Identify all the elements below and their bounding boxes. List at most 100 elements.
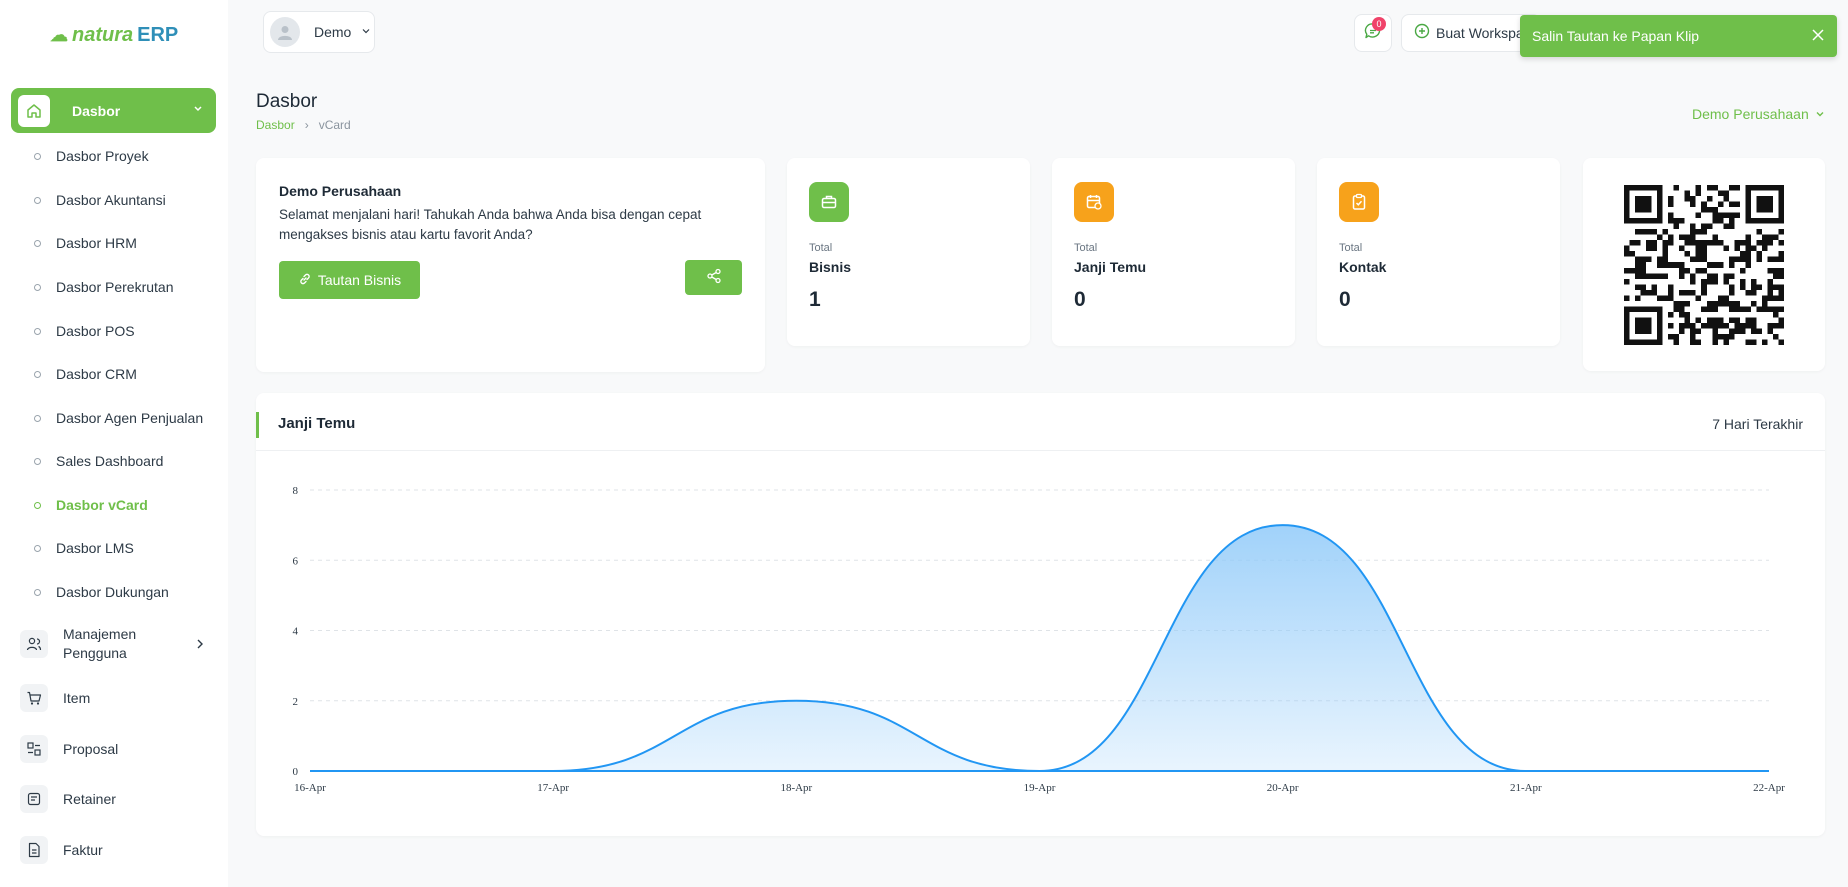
- sidebar-subitem-lms[interactable]: Dasbor LMS: [0, 536, 228, 560]
- sidebar-subitem-label: Dasbor Perekrutan: [56, 279, 174, 295]
- breadcrumb: Dasbor › vCard: [256, 118, 351, 132]
- sidebar-subitem-crm[interactable]: Dasbor CRM: [0, 362, 228, 386]
- bullet-icon: [34, 328, 41, 335]
- sidebar-item-retainer[interactable]: Retainer: [0, 784, 228, 814]
- y-tick-label: 4: [293, 626, 299, 638]
- series-line: [309, 524, 1769, 773]
- stat-card-bisnis: Total Bisnis 1: [787, 158, 1030, 346]
- stat-label: Kontak: [1339, 259, 1387, 275]
- sidebar-item-label: Retainer: [63, 791, 116, 807]
- y-tick-label: 6: [293, 555, 299, 567]
- user-name: Demo: [314, 24, 352, 40]
- sidebar-item-faktur[interactable]: Faktur: [0, 835, 228, 865]
- bullet-icon: [34, 197, 41, 204]
- proposal-icon: [20, 735, 48, 763]
- welcome-text: Selamat menjalani hari! Tahukah Anda bah…: [279, 207, 702, 242]
- company-selector[interactable]: Demo Perusahaan: [1692, 106, 1825, 122]
- appointments-chart: 0 2 4 6 8 16-Apr 17-Apr 18-Apr 19-Apr 20-Apr 21-Ap…: [293, 485, 1786, 794]
- label-line-2: Pengguna: [63, 645, 127, 661]
- share-button[interactable]: [685, 260, 742, 295]
- bullet-icon: [34, 153, 41, 160]
- sidebar-subitem-sales-dashboard[interactable]: Sales Dashboard: [0, 449, 228, 473]
- qr-code[interactable]: [1624, 184, 1784, 345]
- sidebar: ☁ natura ERP Dasbor Dasbor Proyek Dasbor …: [0, 0, 228, 887]
- stat-caption: Total: [809, 242, 833, 254]
- x-tick-label: 21-Apr: [1510, 782, 1542, 794]
- chart-title: Janji Temu: [278, 415, 356, 432]
- bullet-icon: [34, 545, 41, 552]
- user-menu[interactable]: Demo: [263, 11, 375, 53]
- sidebar-subitem-hrm[interactable]: Dasbor HRM: [0, 231, 228, 255]
- chevron-down-icon: [361, 23, 371, 41]
- page-title: Dasbor: [256, 91, 318, 112]
- sidebar-subitem-pos[interactable]: Dasbor POS: [0, 319, 228, 343]
- sidebar-subitem-label: Dasbor Akuntansi: [56, 192, 166, 208]
- sidebar-subitem-akuntansi[interactable]: Dasbor Akuntansi: [0, 188, 228, 212]
- chevron-down-icon: [192, 101, 204, 119]
- stat-caption: Total: [1074, 242, 1098, 254]
- sidebar-subitem-label: Dasbor Dukungan: [56, 584, 169, 600]
- clipboard-icon: [1339, 182, 1379, 222]
- toast-notification: Salin Tautan ke Papan Klip: [1520, 15, 1837, 57]
- sidebar-subitem-label: Dasbor HRM: [56, 235, 137, 251]
- stat-value: 0: [1074, 288, 1086, 311]
- toast-message: Salin Tautan ke Papan Klip: [1532, 28, 1700, 44]
- breadcrumb-separator: ›: [304, 118, 309, 132]
- close-icon[interactable]: [1811, 28, 1825, 45]
- users-icon: [20, 630, 48, 658]
- y-tick-label: 2: [293, 696, 299, 708]
- sidebar-subitem-perekrutan[interactable]: Dasbor Perekrutan: [0, 275, 228, 299]
- bullet-icon: [34, 458, 41, 465]
- leaf-icon: ☁: [50, 25, 68, 45]
- stat-card-kontak: Total Kontak 0: [1317, 158, 1560, 346]
- sidebar-item-dasbor[interactable]: Dasbor: [11, 88, 216, 133]
- sidebar-item-item[interactable]: Item: [0, 683, 228, 713]
- bullet-icon: [34, 502, 41, 509]
- chart-header: Janji Temu 7 Hari Terakhir: [256, 393, 1825, 451]
- qr-code-card: [1583, 158, 1825, 371]
- y-tick-label: 0: [293, 766, 299, 778]
- stat-label: Janji Temu: [1074, 259, 1147, 275]
- invoice-icon: [20, 836, 48, 864]
- series-area: [310, 525, 1769, 771]
- business-link-label: Tautan Bisnis: [317, 272, 402, 288]
- x-tick-label: 20-Apr: [1267, 782, 1299, 794]
- messages-button[interactable]: 0: [1354, 14, 1392, 52]
- business-link-button[interactable]: Tautan Bisnis: [279, 261, 420, 299]
- logo-suffix: ERP: [137, 24, 179, 46]
- logo-text: natura: [72, 24, 134, 46]
- stat-label: Bisnis: [809, 259, 852, 275]
- sidebar-subitem-dukungan[interactable]: Dasbor Dukungan: [0, 580, 228, 604]
- x-tick-label: 19-Apr: [1024, 782, 1056, 794]
- sidebar-item-manajemen-pengguna[interactable]: Manajemen Pengguna: [0, 623, 228, 665]
- company-selector-label: Demo Perusahaan: [1692, 106, 1809, 122]
- stat-caption: Total: [1339, 242, 1363, 254]
- accent-bar: [256, 412, 259, 438]
- stat-card-janji-temu: Total Janji Temu 0: [1052, 158, 1295, 346]
- appointments-chart-card: Janji Temu 7 Hari Terakhir 0 2 4 6 8 16-Apr 17…: [256, 393, 1825, 836]
- sidebar-subitem-vcard[interactable]: Dasbor vCard: [0, 493, 228, 517]
- stat-value: 0: [1339, 288, 1351, 311]
- home-icon: [18, 94, 50, 127]
- breadcrumb-home[interactable]: Dasbor: [256, 118, 295, 132]
- sidebar-subitem-label: Dasbor POS: [56, 323, 135, 339]
- breadcrumb-current: vCard: [318, 118, 351, 132]
- sidebar-item-label: Faktur: [63, 842, 103, 858]
- sidebar-subitem-proyek[interactable]: Dasbor Proyek: [0, 144, 228, 168]
- sidebar-subitem-label: Sales Dashboard: [56, 453, 164, 469]
- logo[interactable]: ☁ natura ERP: [50, 24, 178, 47]
- y-tick-label: 8: [293, 485, 299, 497]
- avatar: [270, 17, 300, 47]
- x-tick-label: 17-Apr: [537, 782, 569, 794]
- x-tick-label: 22-Apr: [1753, 782, 1785, 794]
- sidebar-item-proposal[interactable]: Proposal: [0, 734, 228, 764]
- sidebar-subitem-label: Dasbor Agen Penjualan: [56, 410, 204, 426]
- bullet-icon: [34, 371, 41, 378]
- bullet-icon: [34, 589, 41, 596]
- sidebar-item-label: Manajemen Pengguna: [63, 625, 136, 663]
- share-icon: [706, 268, 722, 287]
- retainer-icon: [20, 785, 48, 813]
- calendar-icon: [1074, 182, 1114, 222]
- link-icon: [298, 272, 312, 289]
- sidebar-subitem-agen-penjualan[interactable]: Dasbor Agen Penjualan: [0, 406, 228, 430]
